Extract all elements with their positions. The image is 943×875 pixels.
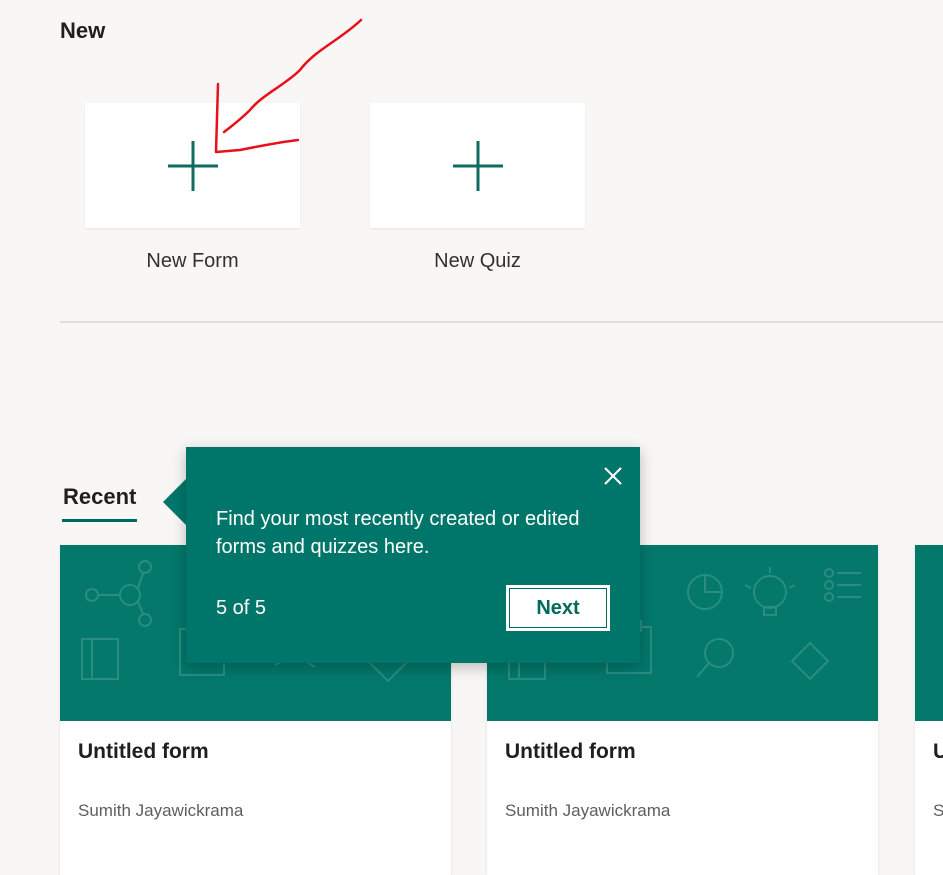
card-owner: Sumith Jayawickrama: [505, 801, 671, 820]
new-form-tile[interactable]: [85, 103, 300, 228]
tab-recent[interactable]: Recent: [63, 484, 136, 510]
card-title: Untitled form: [505, 740, 636, 763]
new-section-title: New: [60, 18, 106, 43]
recent-form-card[interactable]: U S: [915, 545, 943, 875]
card-banner: [915, 545, 943, 721]
new-form-label[interactable]: New Form: [85, 250, 300, 273]
tab-recent-underline: [62, 519, 137, 522]
callout-message: Find your most recently created or edite…: [216, 508, 580, 558]
next-button[interactable]: Next: [506, 585, 610, 631]
plus-icon: [167, 140, 218, 191]
teaching-callout: Find your most recently created or edite…: [186, 447, 640, 663]
section-divider: [60, 321, 943, 323]
new-quiz-tile[interactable]: [370, 103, 585, 228]
callout-step-counter: 5 of 5: [216, 597, 267, 619]
plus-icon: [452, 140, 503, 191]
new-quiz-label[interactable]: New Quiz: [370, 250, 585, 273]
card-owner: Sumith Jayawickrama: [78, 801, 244, 820]
card-title: Untitled form: [78, 740, 209, 763]
close-icon[interactable]: [602, 465, 624, 487]
callout-beak: [163, 478, 187, 526]
card-owner: S: [933, 801, 943, 820]
card-title: U: [933, 740, 943, 763]
